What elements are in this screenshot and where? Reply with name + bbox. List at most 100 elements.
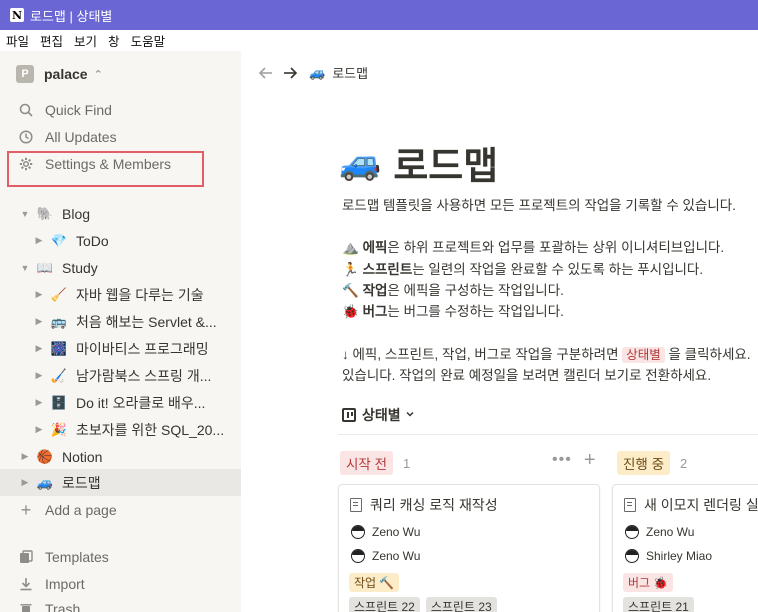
expand-toggle-icon[interactable]: ▶ [34,289,44,300]
bullet-keyword: 에픽 [362,240,388,255]
all-updates-button[interactable]: All Updates [18,125,117,149]
assignee-name: Zeno Wu [372,549,421,563]
expand-toggle-icon[interactable]: ▶ [34,316,44,327]
search-icon [18,102,34,118]
menu-file[interactable]: 파일 [6,31,29,50]
menu-view[interactable]: 보기 [74,31,97,50]
sprint-tag: 스프린트 21 [623,597,694,612]
menu-edit[interactable]: 편집 [40,31,63,50]
menu-help[interactable]: 도움말 [131,31,166,50]
bullet-keyword: 작업 [362,283,388,298]
car-icon[interactable]: 🚙 [339,143,381,183]
page-icon [350,498,362,512]
trash-icon [18,601,34,612]
type-tag: 작업 🔨 [349,573,400,592]
bus-icon: 🚌 [50,313,68,329]
expand-toggle-icon[interactable]: ▶ [34,343,44,354]
sidebar-item-oracle[interactable]: ▶ 🗄️ Do it! 오라클로 배우... [0,389,232,416]
menu-window[interactable]: 창 [108,31,120,50]
hint-text: ↓ 에픽, 스프린트, 작업, 버그로 작업을 구분하려면 상태별 을 클릭하세… [342,343,751,363]
view-label: 상태별 [362,407,401,423]
templates-icon [18,549,34,565]
hint-text-end: 을 클릭하세요. [664,347,751,362]
sidebar-item-label: 처음 해보는 Servlet &... [76,313,217,330]
card-assignee: Zeno Wu [625,525,694,539]
card-assignee: Zeno Wu [351,549,420,563]
basketball-icon: 🏀 [36,448,54,464]
sidebar-item-mybatis[interactable]: ▶ 🎆 마이바티스 프로그래밍 [0,335,232,362]
templates-button[interactable]: Templates [18,545,109,569]
hockey-icon: 🏑 [50,367,68,383]
sidebar-item-java-web[interactable]: ▶ 🧹 자바 웹을 다루는 기술 [0,281,232,308]
board-view-selector[interactable]: 상태별 [342,405,415,425]
forward-arrow-icon[interactable] [281,64,299,82]
notion-app-icon: N [10,8,24,22]
bullet-sprint: 🏃 스프린트는 일련의 작업을 완료할 수 있도록 하는 푸시입니다. [342,258,703,278]
collapse-toggle-icon[interactable]: ▼ [20,209,30,219]
page-title[interactable]: 🚙 로드맵 [339,135,498,190]
more-options-icon[interactable]: ••• [552,451,572,469]
highlight-annotation-box [7,151,204,187]
collapse-toggle-icon[interactable]: ▼ [20,263,30,273]
breadcrumb-label: 로드맵 [332,66,369,81]
bug-icon: 🐞 [342,304,359,319]
card-title-text: 새 이모지 렌더링 실패 [644,497,758,513]
window-title: 로드맵 | 상태별 [30,8,113,24]
add-page-button[interactable]: + Add a page [18,498,117,522]
trash-button[interactable]: Trash [18,597,80,612]
import-button[interactable]: Import [18,572,85,596]
bullet-text: 은 하위 프로젝트와 업무를 포괄하는 상위 이니셔티브입니다. [387,240,725,255]
sidebar-item-label: Study [62,259,98,276]
board-column-header-not-started[interactable]: 시작 전 1 [340,451,410,475]
sprint-tag: 스프린트 22 [349,597,420,612]
sidebar-item-study[interactable]: ▼ 📖 Study [0,254,241,281]
expand-toggle-icon[interactable]: ▶ [20,477,30,488]
file-cabinet-icon: 🗄️ [50,394,68,410]
bullet-keyword: 스프린트 [362,262,413,277]
sidebar-item-roadmap[interactable]: ▶ 🚙 로드맵 [0,469,241,496]
breadcrumb[interactable]: 🚙 로드맵 [309,63,368,82]
sidebar-item-label: 초보자를 위한 SQL_20... [76,421,225,438]
status-badge: 진행 중 [617,451,671,475]
board-card[interactable]: 쿼리 캐싱 로직 재작성 Zeno Wu Zeno Wu 작업 🔨 스프린트 2… [338,484,600,612]
templates-label: Templates [45,549,109,565]
bullet-text: 는 일련의 작업을 완료할 수 있도록 하는 푸시입니다. [412,262,704,277]
avatar [351,525,365,539]
workspace-name: palace [44,66,88,82]
expand-toggle-icon[interactable]: ▶ [20,451,30,462]
type-tag: 버그 🐞 [623,573,674,592]
board-card[interactable]: 새 이모지 렌더링 실패 Zeno Wu Shirley Miao 버그 🐞 스… [612,484,758,612]
sidebar-item-sql[interactable]: ▶ 🎉 초보자를 위한 SQL_20... [0,416,232,443]
expand-toggle-icon[interactable]: ▶ [34,397,44,408]
page-icon [624,498,636,512]
sidebar-item-servlet[interactable]: ▶ 🚌 처음 해보는 Servlet &... [0,308,232,335]
sprint-tags: 스프린트 21 [623,597,700,612]
broom-icon: 🧹 [50,286,68,302]
board-divider [338,434,758,435]
sidebar-item-spring[interactable]: ▶ 🏑 남가람북스 스프링 개... [0,362,232,389]
hint-text-start: ↓ 에픽, 스프린트, 작업, 버그로 작업을 구분하려면 [342,347,623,362]
car-icon: 🚙 [309,64,326,80]
expand-toggle-icon[interactable]: ▶ [34,370,44,381]
sidebar-item-todo[interactable]: ▶ 💎 ToDo [0,227,241,254]
runner-icon: 🏃 [342,262,359,277]
sidebar-item-label: Notion [62,448,103,465]
board-column-header-in-progress[interactable]: 진행 중 2 [617,451,687,475]
sidebar-item-label: Do it! 오라클로 배우... [76,394,206,411]
sidebar-item-notion[interactable]: ▶ 🏀 Notion [0,443,241,470]
avatar [625,549,639,563]
sidebar-item-blog[interactable]: ▼ 🐘 Blog [0,200,241,227]
sidebar-item-label: 로드맵 [62,474,101,491]
plus-icon[interactable]: + [584,450,596,470]
book-icon: 📖 [36,259,54,275]
back-arrow-icon[interactable] [257,64,275,82]
bullet-task: 🔨 작업은 에픽을 구성하는 작업입니다. [342,279,564,299]
expand-toggle-icon[interactable]: ▶ [34,424,44,435]
party-popper-icon: 🎉 [50,421,68,437]
bullet-epic: ⛰️ 에픽은 하위 프로젝트와 업무를 포괄하는 상위 이니셔티브입니다. [342,236,724,256]
workspace-avatar: P [16,65,34,83]
expand-toggle-icon[interactable]: ▶ [34,235,44,246]
quick-find-button[interactable]: Quick Find [18,98,112,122]
workspace-switcher[interactable]: P palace ⌃ [16,65,103,83]
bullet-text: 은 에픽을 구성하는 작업입니다. [387,283,564,298]
